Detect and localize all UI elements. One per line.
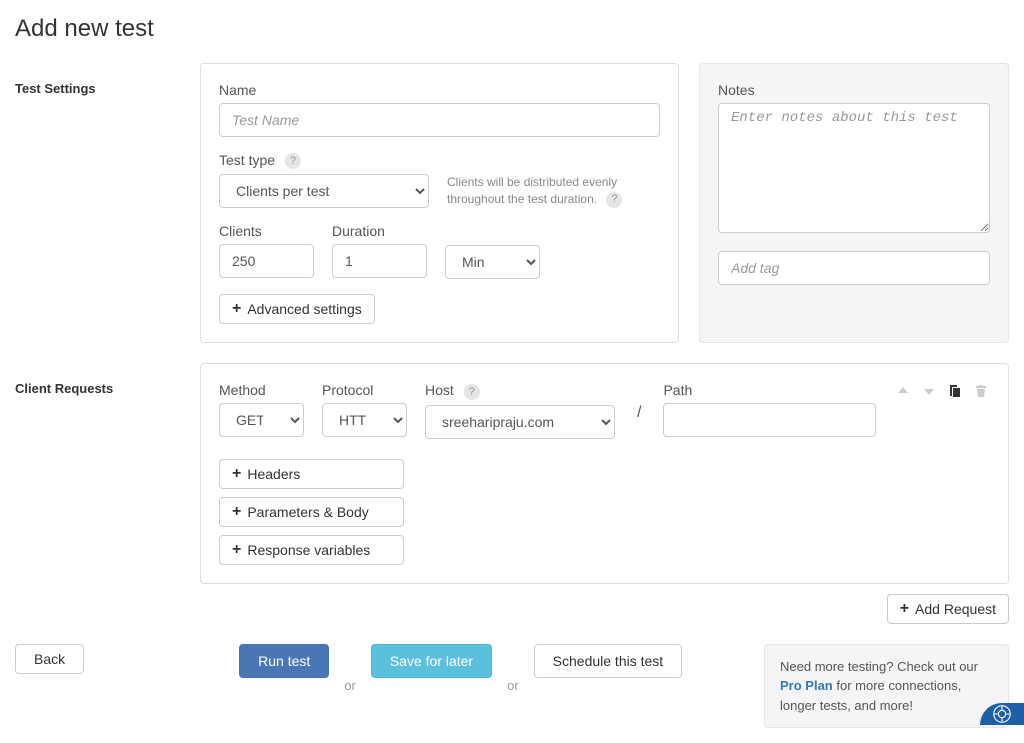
duration-input[interactable]	[332, 244, 427, 278]
name-input[interactable]	[219, 103, 660, 137]
name-label: Name	[219, 82, 660, 98]
notes-label: Notes	[718, 82, 990, 98]
path-input[interactable]	[663, 403, 876, 437]
copy-icon[interactable]	[946, 382, 964, 400]
duration-unit-select[interactable]: Min	[445, 245, 540, 279]
test-settings-label: Test Settings	[15, 63, 180, 343]
help-icon[interactable]: ?	[606, 192, 622, 208]
move-up-icon[interactable]	[894, 382, 912, 400]
test-type-select[interactable]: Clients per test	[219, 174, 429, 208]
test-settings-panel: Name Test type ? Clients per test Client…	[200, 63, 679, 343]
pro-plan-link[interactable]: Pro Plan	[780, 678, 833, 693]
test-type-help-text: Clients will be distributed evenly throu…	[447, 152, 660, 208]
client-request-panel: Method GET Protocol HTTP Host ?	[200, 363, 1009, 583]
test-type-label: Test type ?	[219, 152, 429, 169]
delete-icon[interactable]	[972, 382, 990, 400]
plus-icon: +	[232, 301, 241, 317]
plus-icon: +	[232, 542, 241, 558]
parameters-body-button[interactable]: + Parameters & Body	[219, 497, 404, 527]
method-select[interactable]: GET	[219, 403, 304, 437]
promo-box: Need more testing? Check out our Pro Pla…	[764, 644, 1009, 729]
save-for-later-button[interactable]: Save for later	[371, 644, 492, 678]
plus-icon: +	[232, 466, 241, 482]
notes-panel: Notes	[699, 63, 1009, 343]
or-text: or	[507, 678, 519, 693]
clients-input[interactable]	[219, 244, 314, 278]
path-label: Path	[663, 382, 876, 398]
protocol-select[interactable]: HTTP	[322, 403, 407, 437]
run-test-button[interactable]: Run test	[239, 644, 329, 678]
help-icon[interactable]: ?	[464, 384, 480, 400]
clients-label: Clients	[219, 223, 314, 239]
page-title: Add new test	[15, 15, 1009, 43]
response-variables-button[interactable]: + Response variables	[219, 535, 404, 565]
protocol-label: Protocol	[322, 382, 407, 398]
back-button[interactable]: Back	[15, 644, 84, 674]
move-down-icon[interactable]	[920, 382, 938, 400]
host-select[interactable]: sreeharipraju.com	[425, 405, 615, 439]
duration-label: Duration	[332, 223, 427, 239]
schedule-test-button[interactable]: Schedule this test	[534, 644, 683, 678]
advanced-settings-button[interactable]: + Advanced settings	[219, 294, 375, 324]
client-requests-label: Client Requests	[15, 363, 180, 623]
plus-icon: +	[232, 504, 241, 520]
help-icon[interactable]: ?	[285, 153, 301, 169]
add-tag-input[interactable]	[718, 251, 990, 285]
method-label: Method	[219, 382, 304, 398]
plus-icon: +	[900, 601, 909, 617]
path-separator: /	[633, 404, 645, 421]
add-request-button[interactable]: + Add Request	[887, 594, 1009, 624]
headers-button[interactable]: + Headers	[219, 459, 404, 489]
notes-textarea[interactable]	[718, 103, 990, 233]
host-label: Host ?	[425, 382, 615, 399]
or-text: or	[344, 678, 356, 693]
